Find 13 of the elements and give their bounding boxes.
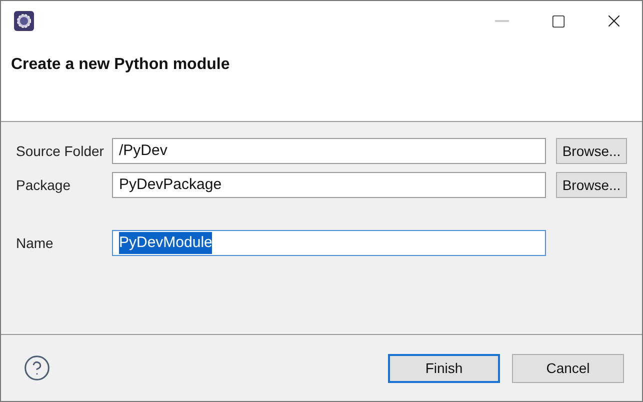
dialog-button[interactable]: Cancel: [512, 354, 624, 382]
dialog-button[interactable]: Finish: [388, 354, 500, 382]
help-icon[interactable]: [23, 354, 51, 382]
field-label: Source Folder: [16, 142, 104, 160]
browse-button[interactable]: Browse...: [556, 172, 627, 198]
input-field[interactable]: /PyDev: [112, 138, 546, 164]
input-field[interactable]: PyDevModule: [112, 230, 546, 256]
browse-button[interactable]: Browse...: [556, 138, 627, 164]
app-icon: [13, 10, 35, 32]
field-label: Package: [16, 176, 72, 195]
wizard-title: Create a new Python module: [11, 56, 230, 73]
input-field[interactable]: PyDevPackage: [112, 172, 546, 198]
field-label: Name: [16, 234, 54, 252]
